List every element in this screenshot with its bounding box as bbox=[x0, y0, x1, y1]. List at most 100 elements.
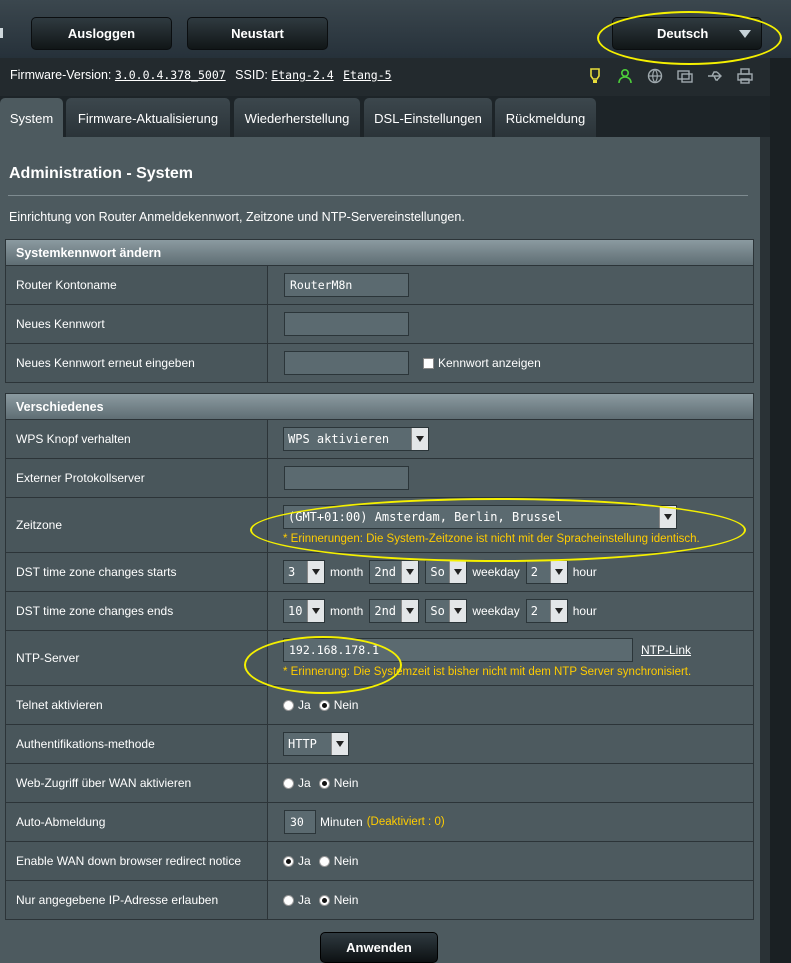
auto-logout-input[interactable]: 30 bbox=[284, 810, 316, 834]
row-syslog: Externer Protokollserver bbox=[5, 459, 754, 498]
yes-label: Ja bbox=[298, 776, 311, 790]
globe-icon[interactable] bbox=[644, 66, 666, 86]
telnet-no-radio[interactable] bbox=[318, 699, 330, 711]
printer-icon[interactable] bbox=[734, 66, 756, 86]
chevron-down-icon bbox=[549, 600, 567, 622]
dst-end-month-value: 10 bbox=[288, 604, 303, 618]
dst-end-label: DST time zone changes ends bbox=[6, 592, 268, 630]
wan-access-yes-radio[interactable] bbox=[283, 777, 294, 789]
ssid-link-24[interactable]: Etang-2.4 bbox=[271, 68, 333, 82]
lightbulb-icon[interactable] bbox=[584, 66, 606, 86]
telnet-yes-radio[interactable] bbox=[283, 699, 294, 711]
wan-access-no-radio[interactable] bbox=[318, 777, 330, 789]
annotation-circle-timezone bbox=[250, 498, 746, 562]
ip-restrict-field: Ja Nein bbox=[283, 881, 358, 919]
dst-start-month-value: 3 bbox=[288, 565, 296, 579]
hour-word: hour bbox=[572, 604, 597, 618]
wps-select[interactable]: WPS aktivieren bbox=[283, 427, 429, 451]
new-password-input[interactable] bbox=[284, 312, 409, 336]
dst-start-week-select[interactable]: 2nd bbox=[369, 560, 420, 584]
dst-end-week-select[interactable]: 2nd bbox=[369, 599, 420, 623]
minutes-label: Minuten bbox=[320, 815, 363, 829]
weekday-word: weekday bbox=[472, 604, 520, 618]
dst-start-hour-select[interactable]: 2 bbox=[525, 560, 568, 584]
show-password-checkbox[interactable] bbox=[423, 357, 434, 369]
logout-button[interactable]: Ausloggen bbox=[31, 17, 172, 50]
ntp-link[interactable]: NTP-Link bbox=[641, 643, 691, 657]
chevron-down-icon bbox=[307, 600, 324, 622]
apply-button[interactable]: Anwenden bbox=[320, 932, 438, 963]
row-dst-start: DST time zone changes starts 3 month 2nd… bbox=[5, 553, 754, 592]
ssid-link-5[interactable]: Etang-5 bbox=[343, 68, 391, 82]
firmware-info: Firmware-Version: 3.0.0.4.378_5007 SSID:… bbox=[10, 68, 392, 82]
dst-start-week-value: 2nd bbox=[374, 565, 397, 579]
wan-redirect-no-radio[interactable] bbox=[318, 855, 330, 867]
ntp-label: NTP-Server bbox=[6, 631, 268, 685]
chevron-down-icon bbox=[549, 561, 567, 583]
wan-redirect-field: Ja Nein bbox=[283, 842, 358, 880]
chevron-down-icon bbox=[401, 600, 419, 622]
row-telnet: Telnet aktivieren Ja Nein bbox=[5, 686, 754, 725]
user-icon[interactable] bbox=[614, 66, 636, 86]
chevron-down-icon bbox=[331, 733, 348, 755]
syslog-field bbox=[278, 459, 409, 497]
row-confirm-password: Neues Kennwort erneut eingeben Kennwort … bbox=[5, 344, 754, 383]
dst-end-month-select[interactable]: 10 bbox=[283, 599, 325, 623]
auth-method-select[interactable]: HTTP bbox=[283, 732, 349, 756]
title-divider bbox=[8, 195, 748, 196]
dst-start-day-value: So bbox=[430, 565, 445, 579]
auth-method-field: HTTP bbox=[278, 725, 349, 763]
wps-field: WPS aktivieren bbox=[278, 420, 429, 458]
annotation-circle-language bbox=[597, 11, 782, 65]
auth-method-label: Authentifikations-methode bbox=[6, 725, 268, 763]
ip-restrict-no-radio[interactable] bbox=[318, 894, 330, 906]
auth-method-value: HTTP bbox=[288, 737, 317, 751]
confirm-password-input[interactable] bbox=[284, 351, 409, 375]
dst-end-hour-select[interactable]: 2 bbox=[525, 599, 568, 623]
usb-icon[interactable] bbox=[704, 66, 726, 86]
tab-bar: System Firmware-Aktualisierung Wiederher… bbox=[0, 98, 770, 138]
no-label: Nein bbox=[333, 893, 359, 907]
chevron-down-icon bbox=[449, 561, 467, 583]
firmware-version-link[interactable]: 3.0.0.4.378_5007 bbox=[115, 68, 226, 82]
timezone-label: Zeitzone bbox=[6, 498, 268, 552]
tab-firmware-update[interactable]: Firmware-Aktualisierung bbox=[66, 98, 230, 138]
menu-edge bbox=[0, 28, 3, 38]
confirm-password-field: Kennwort anzeigen bbox=[278, 344, 541, 382]
no-label: Nein bbox=[333, 776, 359, 790]
month-word: month bbox=[330, 565, 364, 579]
deactivated-note: (Deaktiviert : 0) bbox=[366, 816, 445, 828]
row-new-password: Neues Kennwort bbox=[5, 305, 754, 344]
auto-logout-label: Auto-Abmeldung bbox=[6, 803, 268, 841]
scrollbar-track[interactable] bbox=[760, 137, 770, 963]
ssid-label: SSID: bbox=[235, 68, 268, 82]
account-name-field: RouterM8n bbox=[278, 266, 409, 304]
weekday-word: weekday bbox=[472, 565, 520, 579]
dst-end-day-value: So bbox=[430, 604, 445, 618]
section-header-password: Systemkennwort ändern bbox=[5, 239, 754, 266]
syslog-label: Externer Protokollserver bbox=[6, 459, 268, 497]
wps-label: WPS Knopf verhalten bbox=[6, 420, 268, 458]
account-name-input[interactable]: RouterM8n bbox=[284, 273, 409, 297]
tab-system[interactable]: System bbox=[0, 98, 63, 138]
month-word: month bbox=[330, 604, 364, 618]
dst-start-day-select[interactable]: So bbox=[425, 560, 468, 584]
auto-logout-field: 30 Minuten (Deaktiviert : 0) bbox=[278, 803, 445, 841]
row-wps: WPS Knopf verhalten WPS aktivieren bbox=[5, 420, 754, 459]
tab-dsl-settings[interactable]: DSL-Einstellungen bbox=[364, 98, 492, 138]
wan-access-field: Ja Nein bbox=[283, 764, 358, 802]
row-account-name: Router Kontoname RouterM8n bbox=[5, 266, 754, 305]
no-label: Nein bbox=[333, 698, 359, 712]
monitor-icon[interactable] bbox=[674, 66, 696, 86]
dst-end-day-select[interactable]: So bbox=[425, 599, 468, 623]
dst-start-month-select[interactable]: 3 bbox=[283, 560, 325, 584]
tab-restore[interactable]: Wiederherstellung bbox=[234, 98, 360, 138]
syslog-input[interactable] bbox=[284, 466, 409, 490]
tab-feedback[interactable]: Rückmeldung bbox=[495, 98, 596, 138]
ip-restrict-yes-radio[interactable] bbox=[283, 894, 294, 906]
wan-redirect-yes-radio[interactable] bbox=[283, 855, 294, 867]
row-auth-method: Authentifikations-methode HTTP bbox=[5, 725, 754, 764]
reboot-button[interactable]: Neustart bbox=[187, 17, 328, 50]
row-wan-access: Web-Zugriff über WAN aktivieren Ja Nein bbox=[5, 764, 754, 803]
wan-access-label: Web-Zugriff über WAN aktivieren bbox=[6, 764, 268, 802]
